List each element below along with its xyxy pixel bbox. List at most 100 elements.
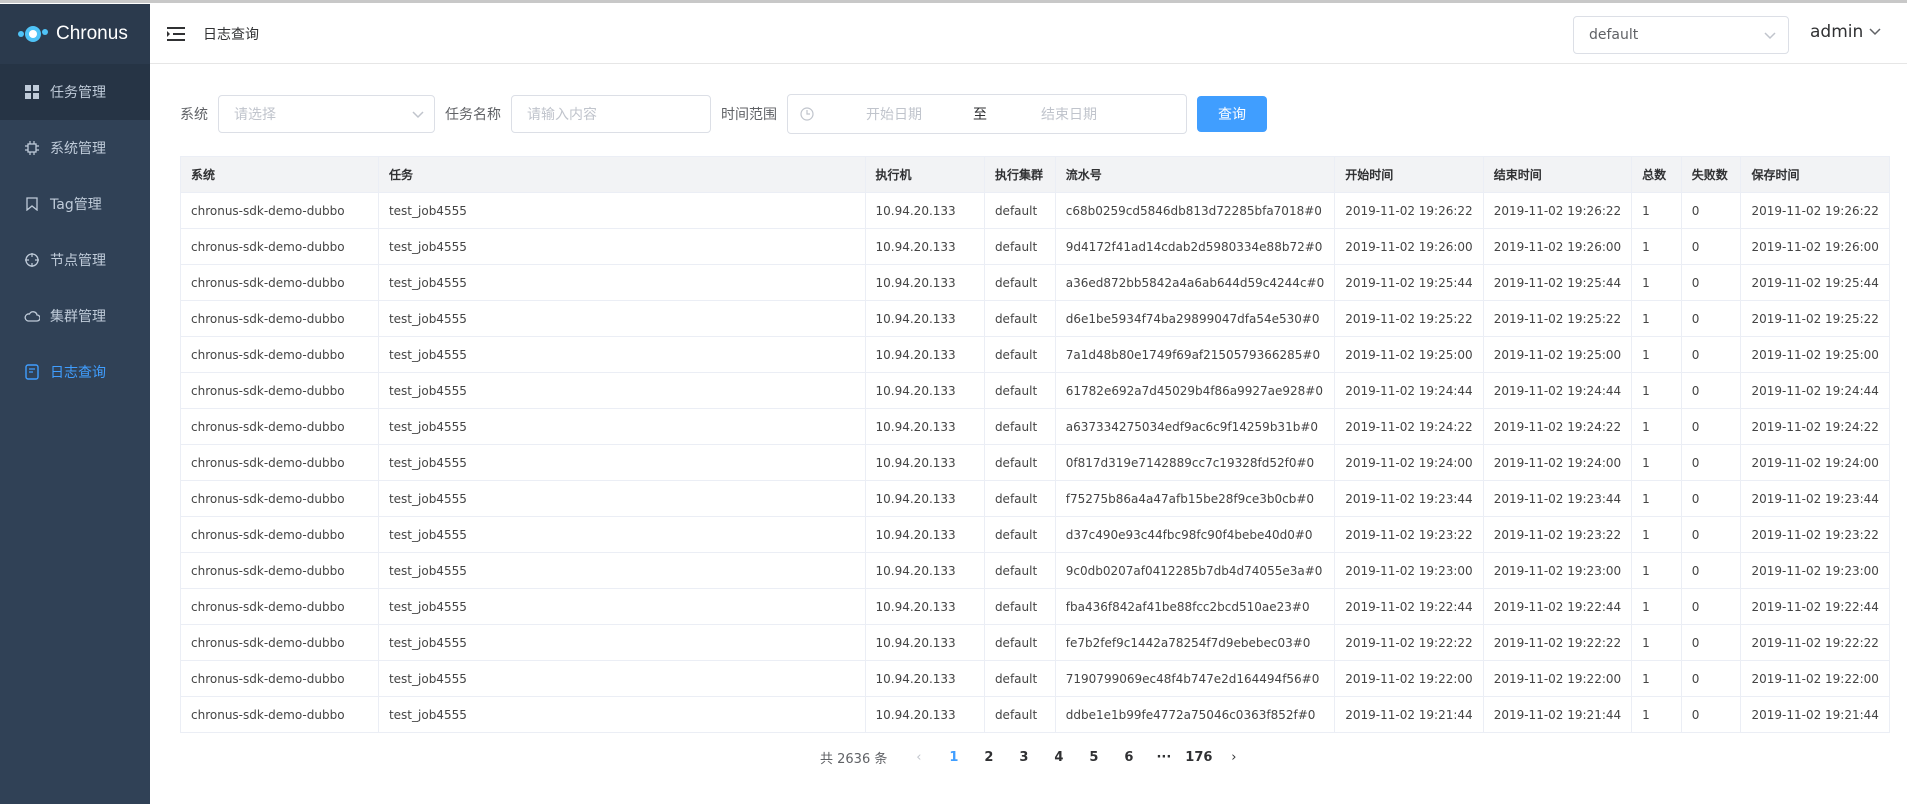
table-cell: 1 [1631,480,1682,517]
table-cell: 10.94.20.133 [864,552,985,589]
prev-page-icon[interactable]: ‹ [901,750,936,765]
system-select[interactable]: 请选择 [218,95,435,133]
table-row[interactable]: chronus-sdk-demo-dubbo test_job4555 10.94.… [180,552,1890,589]
more-pages[interactable]: ··· [1146,750,1181,765]
start-date-placeholder[interactable]: 开始日期 [866,104,922,124]
table-cell: test_job4555 [377,516,866,553]
page-last[interactable]: 176 [1181,750,1216,765]
sidebar: Chronus 任务管理 系统管理 Tag管理 节点管理 集群管理 日志查询 [0,4,150,804]
table-cell: 2019-11-02 19:26:22 [1740,192,1890,229]
date-range-picker[interactable]: 开始日期 至 结束日期 [787,94,1187,134]
table-cell: test_job4555 [377,408,866,445]
grid-icon [24,84,40,100]
table-row[interactable]: chronus-sdk-demo-dubbo test_job4555 10.94.… [180,228,1890,265]
table-cell: default [983,444,1056,481]
page-6[interactable]: 6 [1111,750,1146,765]
table-row[interactable]: chronus-sdk-demo-dubbo test_job4555 10.94.… [180,336,1890,373]
sidebar-item-log[interactable]: 日志查询 [0,344,150,400]
table-cell: test_job4555 [377,588,866,625]
table-cell: 10.94.20.133 [864,624,985,661]
table-row[interactable]: chronus-sdk-demo-dubbo test_job4555 10.94.… [180,624,1890,661]
table-cell: 1 [1631,552,1682,589]
page-2[interactable]: 2 [971,750,1006,765]
table-cell: a36ed872bb5842a4a6ab644d59c4244c#0 [1054,264,1336,301]
table-cell: 10.94.20.133 [864,372,985,409]
menu-toggle-icon[interactable] [166,24,186,44]
table-row[interactable]: chronus-sdk-demo-dubbo test_job4555 10.94.… [180,408,1890,445]
page-1[interactable]: 1 [936,750,971,765]
end-date-placeholder[interactable]: 结束日期 [1041,104,1097,124]
table-cell: default [983,588,1056,625]
task-name-label: 任务名称 [445,107,501,123]
column-header: 任务 [377,156,866,193]
table-row[interactable]: chronus-sdk-demo-dubbo test_job4555 10.94.… [180,444,1890,481]
table-cell: 0 [1680,192,1742,229]
total-count: 共 2636 条 [820,752,888,767]
table-cell: 1 [1631,516,1682,553]
table-cell: chronus-sdk-demo-dubbo [180,624,379,661]
table-row[interactable]: chronus-sdk-demo-dubbo test_job4555 10.94.… [180,300,1890,337]
sidebar-item-node[interactable]: 节点管理 [0,232,150,288]
table-cell: 2019-11-02 19:22:00 [1740,660,1890,697]
table-row[interactable]: chronus-sdk-demo-dubbo test_job4555 10.94.… [180,696,1890,733]
table-cell: test_job4555 [377,696,866,733]
table-cell: chronus-sdk-demo-dubbo [180,516,379,553]
sidebar-item-tag[interactable]: Tag管理 [0,176,150,232]
sidebar-item-system[interactable]: 系统管理 [0,120,150,176]
table-row[interactable]: chronus-sdk-demo-dubbo test_job4555 10.94.… [180,480,1890,517]
table-row[interactable]: chronus-sdk-demo-dubbo test_job4555 10.94.… [180,516,1890,553]
page-5[interactable]: 5 [1076,750,1111,765]
table-cell: 2019-11-02 19:25:22 [1482,300,1633,337]
table-cell: 10.94.20.133 [864,336,985,373]
table-row[interactable]: chronus-sdk-demo-dubbo test_job4555 10.94.… [180,264,1890,301]
table-cell: 10.94.20.133 [864,228,985,265]
table-cell: 2019-11-02 19:22:22 [1740,624,1890,661]
table-cell: 9c0db0207af0412285b7db4d74055e3a#0 [1054,552,1336,589]
table-cell: 2019-11-02 19:26:22 [1482,192,1633,229]
table-cell: test_job4555 [377,624,866,661]
sidebar-item-task[interactable]: 任务管理 [0,64,150,120]
column-header: 系统 [180,156,379,193]
page-3[interactable]: 3 [1006,750,1041,765]
table-cell: 2019-11-02 19:25:44 [1482,264,1633,301]
table-cell: default [983,552,1056,589]
table-cell: test_job4555 [377,660,866,697]
table-cell: default [983,228,1056,265]
table-cell: 1 [1631,624,1682,661]
pagination: 共 2636 条 ‹ 1 2 3 4 5 6 ··· 176 › [820,748,1251,767]
namespace-select[interactable]: default [1573,16,1789,54]
table-cell: test_job4555 [377,192,866,229]
table-cell: a637334275034edf9ac6c9f14259b31b#0 [1054,408,1336,445]
table-cell: 2019-11-02 19:25:22 [1740,300,1890,337]
chip-icon [24,140,40,156]
sidebar-item-label: 任务管理 [50,85,106,101]
table-cell: 2019-11-02 19:24:44 [1482,372,1633,409]
sidebar-item-label: Tag管理 [50,197,102,213]
table-row[interactable]: chronus-sdk-demo-dubbo test_job4555 10.94.… [180,660,1890,697]
table-cell: 2019-11-02 19:24:44 [1740,372,1890,409]
table-cell: 2019-11-02 19:25:00 [1334,336,1484,373]
sidebar-item-cluster[interactable]: 集群管理 [0,288,150,344]
table-cell: 0 [1680,264,1742,301]
table-cell: 1 [1631,408,1682,445]
table-cell: 0 [1680,228,1742,265]
table-cell: 0 [1680,408,1742,445]
table-row[interactable]: chronus-sdk-demo-dubbo test_job4555 10.94.… [180,588,1890,625]
page-4[interactable]: 4 [1041,750,1076,765]
table-cell: test_job4555 [377,444,866,481]
query-button[interactable]: 查询 [1197,96,1267,132]
table-cell: 2019-11-02 19:25:22 [1334,300,1484,337]
table-cell: test_job4555 [377,552,866,589]
table-cell: c68b0259cd5846db813d72285bfa7018#0 [1054,192,1336,229]
user-menu[interactable]: admin [1810,22,1881,42]
table-row[interactable]: chronus-sdk-demo-dubbo test_job4555 10.94.… [180,192,1890,229]
table-cell: default [983,264,1056,301]
table-cell: 2019-11-02 19:22:00 [1334,660,1484,697]
table-cell: chronus-sdk-demo-dubbo [180,336,379,373]
table-cell: 2019-11-02 19:23:00 [1740,552,1890,589]
table-cell: 2019-11-02 19:25:44 [1334,264,1484,301]
table-row[interactable]: chronus-sdk-demo-dubbo test_job4555 10.94.… [180,372,1890,409]
table-cell: 2019-11-02 19:24:22 [1740,408,1890,445]
next-page-icon[interactable]: › [1216,750,1251,765]
task-name-input[interactable]: 请输入内容 [511,95,711,133]
